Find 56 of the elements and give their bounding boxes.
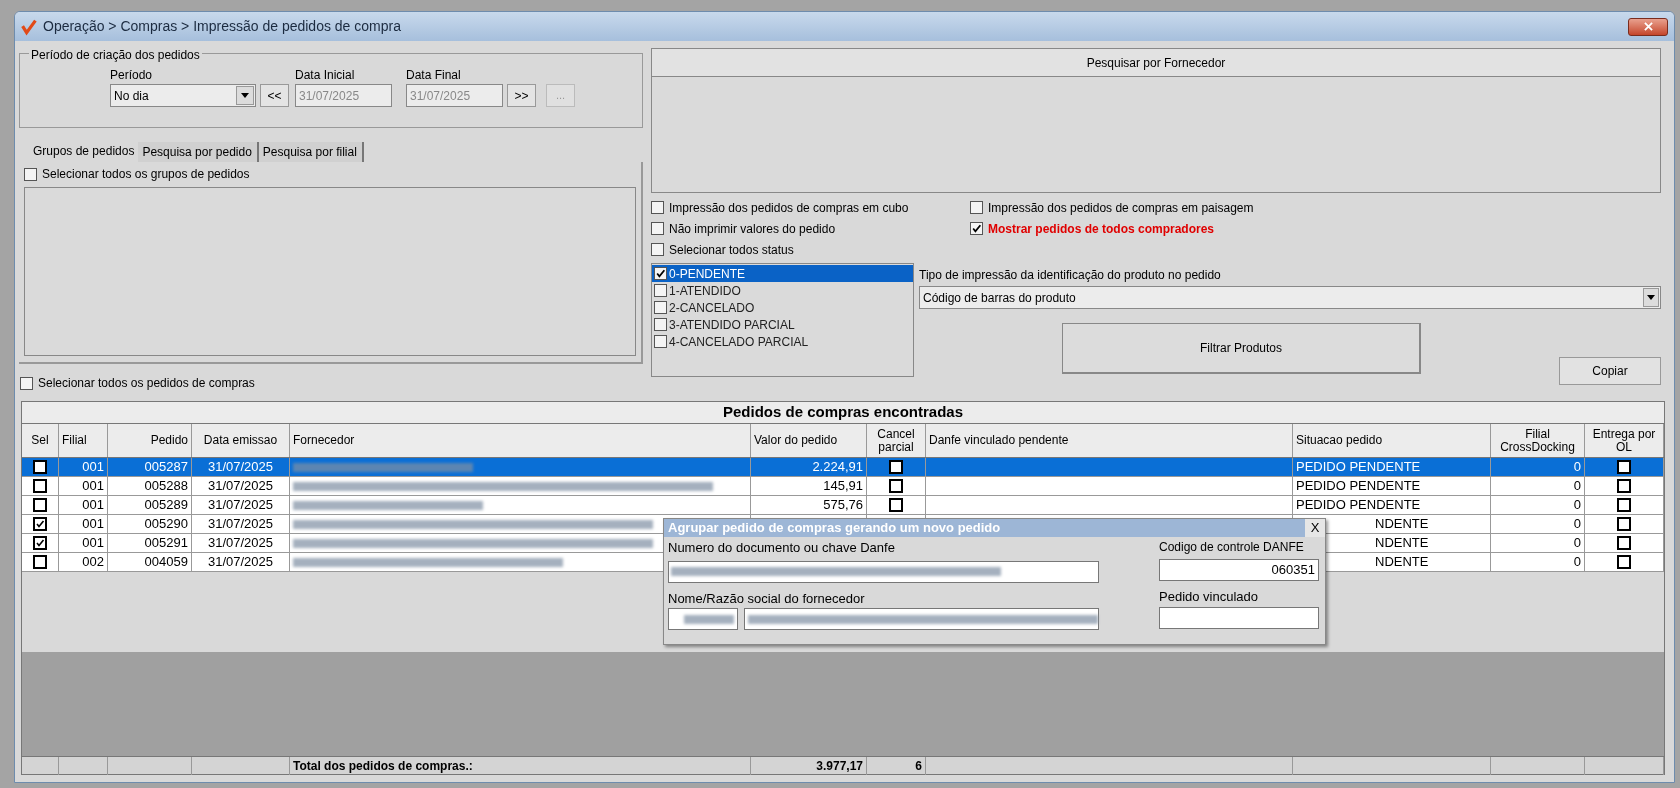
- window-title: Operação > Compras > Impressão de pedidos de compra: [43, 17, 401, 36]
- field-label: Período: [110, 67, 154, 84]
- table-cell-text: PEDIDO PENDENTE: [1296, 458, 1421, 477]
- total-value: 3.977,17: [816, 758, 863, 775]
- checkbox-label: Não imprimir valores do pedido: [669, 220, 836, 238]
- total-label: Total dos pedidos de compras.:: [293, 758, 473, 775]
- table-cell-text: PEDIDO PENDENTE: [1296, 477, 1421, 496]
- field-label: Tipo de impressão da identificação do produto no pedido: [919, 267, 1222, 284]
- table-cell-text: 001: [82, 515, 104, 534]
- table-cell-text: 0: [1573, 534, 1581, 553]
- table-cell-text: 31/07/2025: [207, 515, 274, 534]
- table-cell-text: 005287: [144, 458, 188, 477]
- checkbox-label: Mostrar pedidos de todos compradores: [988, 220, 1215, 238]
- table-cell-text: 31/07/2025: [207, 534, 274, 553]
- table-cell-text: 0: [1573, 496, 1581, 515]
- table-cell-text: 004059: [144, 553, 188, 572]
- table-cell-text: 575,76: [823, 496, 863, 515]
- table-cell-text: 005291: [144, 534, 188, 553]
- table-cell-text: 0: [1573, 477, 1581, 496]
- field-label: Data Inicial: [295, 67, 356, 84]
- table-cell-text: NDENTE: [1375, 534, 1429, 553]
- checkbox-label: Impressão dos pedidos de compras em cubo: [669, 199, 909, 217]
- table-cell-text: 31/07/2025: [207, 496, 274, 515]
- table-cell-text: 2.224,91: [812, 458, 863, 477]
- table-cell-text: 0: [1573, 553, 1581, 572]
- total-count: 6: [915, 758, 922, 775]
- table-title: Pedidos de compras encontradas: [722, 402, 964, 423]
- table-cell-text: 001: [82, 477, 104, 496]
- table-cell-text: NDENTE: [1375, 553, 1429, 572]
- checkbox-label: Selecionar todos os pedidos de compras: [38, 375, 255, 392]
- checkbox-label: Selecionar todos status: [669, 241, 794, 259]
- table-cell-text: 001: [82, 458, 104, 477]
- field-label: Codigo de controle DANFE: [1159, 539, 1305, 556]
- dropdown-value: No dia: [114, 87, 149, 105]
- checkbox-label: Impressão dos pedidos de compras em paisagem: [988, 199, 1254, 217]
- table-cell-text: 005290: [144, 515, 188, 534]
- dropdown-value: Código de barras do produto: [923, 289, 1076, 307]
- table-cell-text: NDENTE: [1375, 515, 1429, 534]
- field-label: Pedido vinculado: [1159, 588, 1260, 606]
- field-label: Nome/Razão social do fornecedor: [668, 589, 866, 608]
- table-cell-text: 0: [1573, 458, 1581, 477]
- table-cell-text: 31/07/2025: [207, 477, 274, 496]
- table-cell-text: 001: [82, 496, 104, 515]
- table-cell-text: 31/07/2025: [207, 458, 274, 477]
- table-cell-text: 005288: [144, 477, 188, 496]
- table-cell-text: 145,91: [823, 477, 863, 496]
- dialog-title: Agrupar pedido de compras gerando um novo pedido: [668, 519, 1001, 538]
- field-label: Numero do documento ou chave Danfe: [668, 539, 896, 557]
- table-cell-text: 002: [82, 553, 104, 572]
- table-cell-text: 31/07/2025: [207, 553, 274, 572]
- table-cell-text: 001: [82, 534, 104, 553]
- table-cell-text: 005289: [144, 496, 188, 515]
- table-cell-text: 0: [1573, 515, 1581, 534]
- field-label: Data Final: [406, 67, 462, 84]
- checkbox-label: Selecionar todos os grupos de pedidos: [42, 166, 250, 183]
- table-cell-text: PEDIDO PENDENTE: [1296, 496, 1421, 515]
